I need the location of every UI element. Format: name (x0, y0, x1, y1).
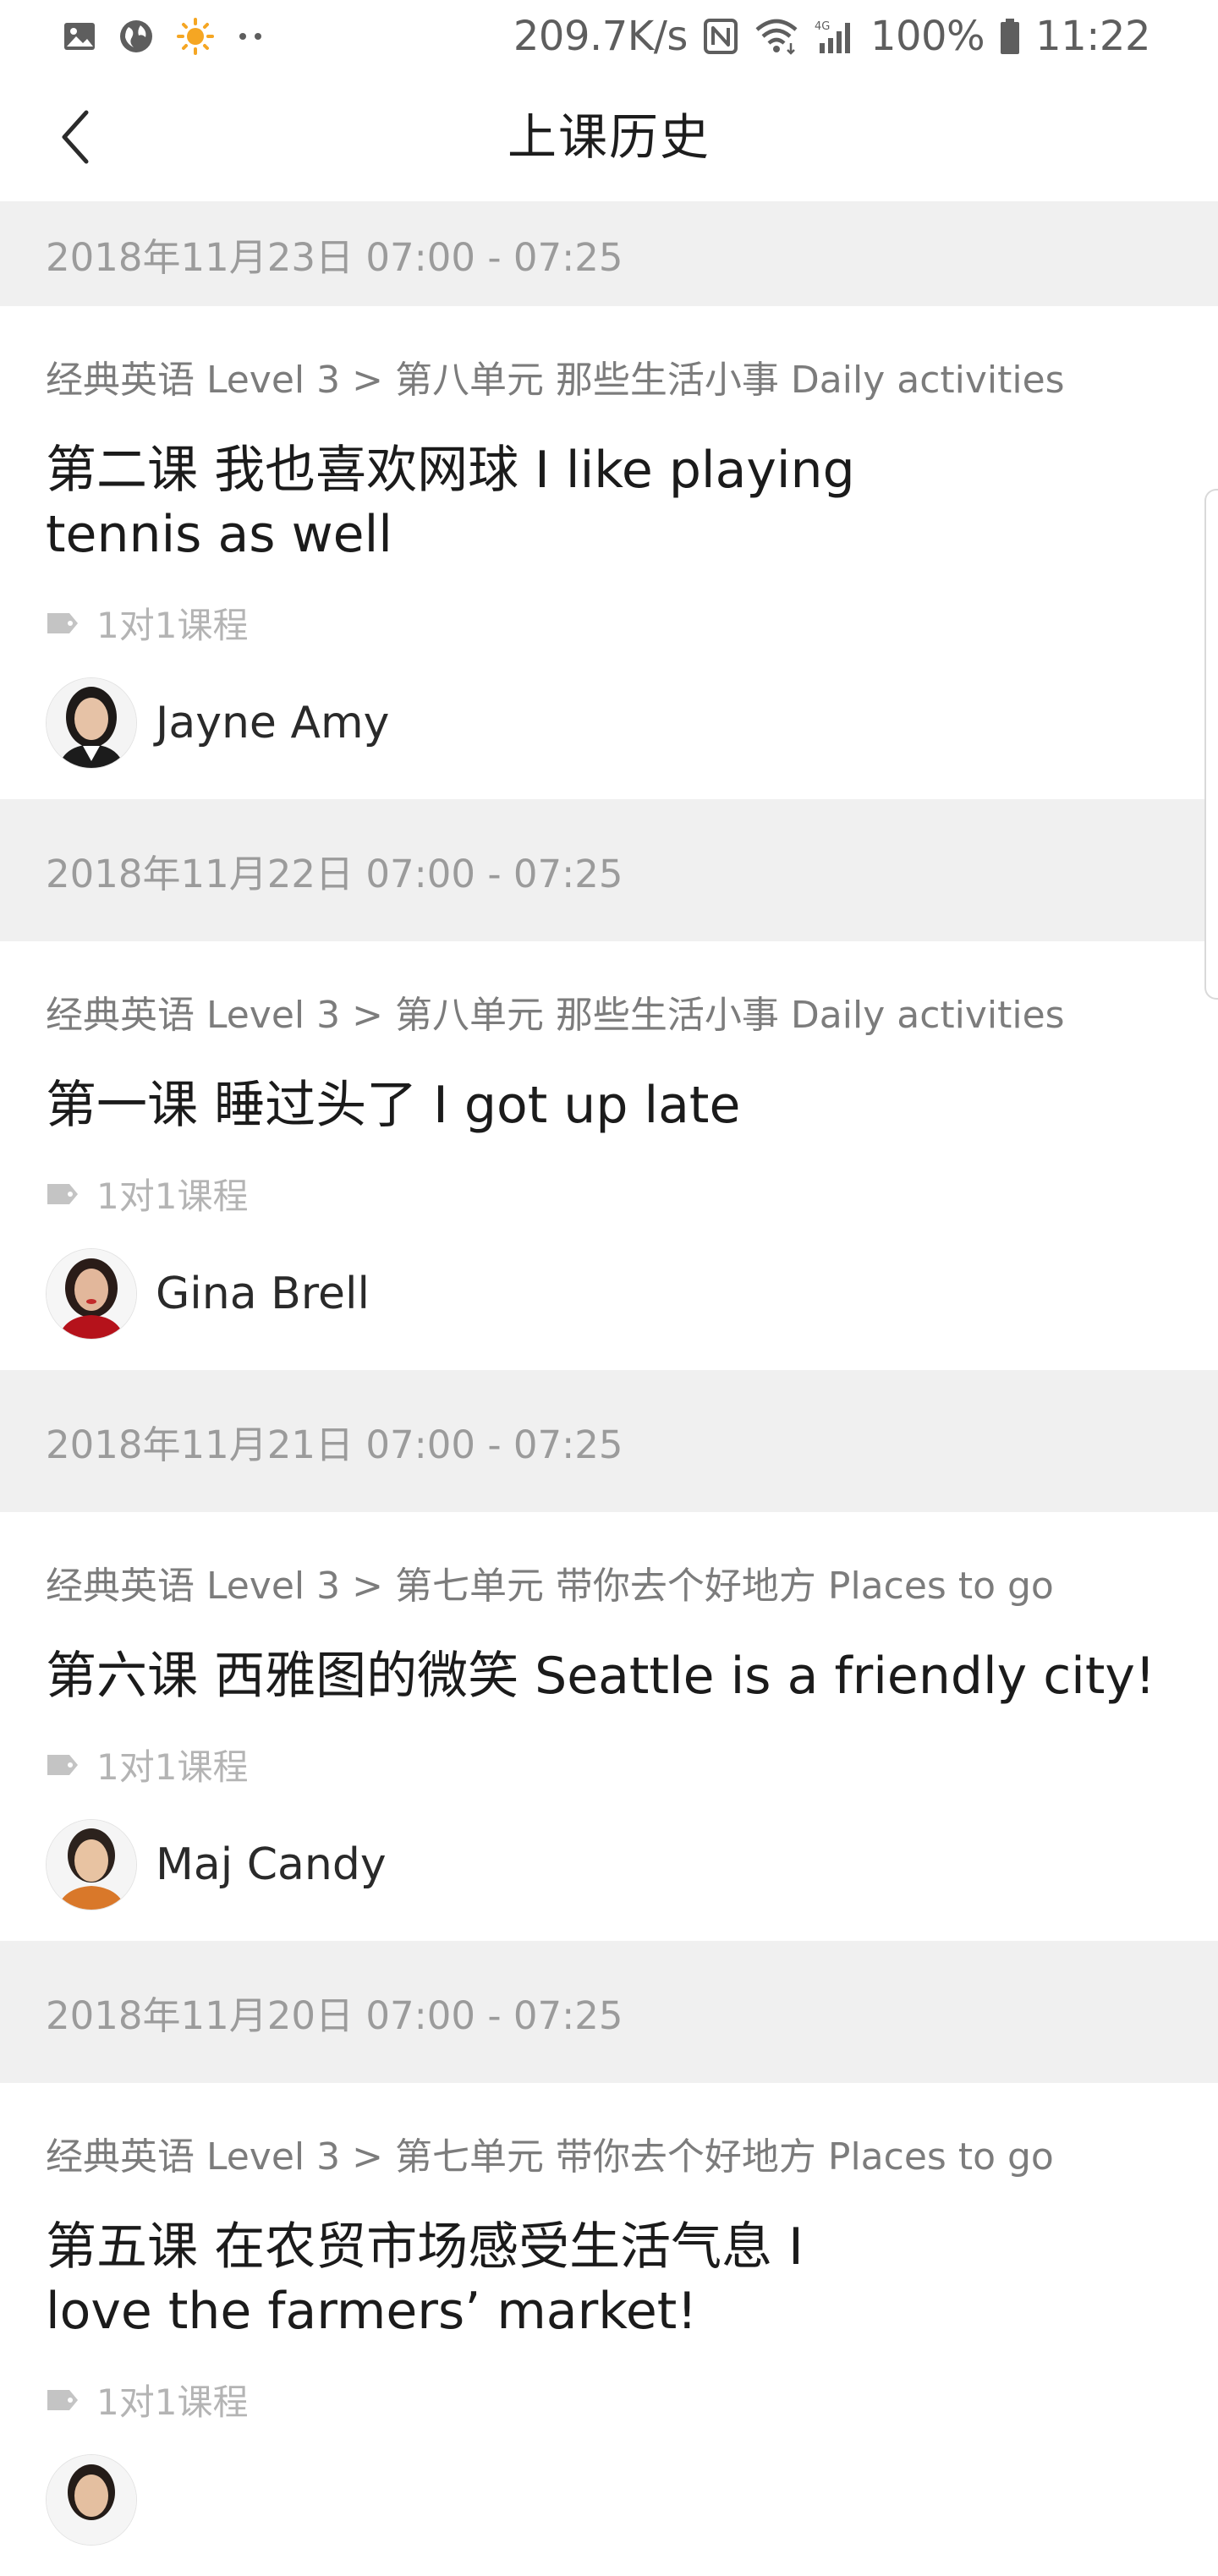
more-dots-icon (237, 31, 266, 41)
class-history-list[interactable]: 2018年11月23日 07:00 - 07:25 经典英语 Level 3 >… (0, 201, 1218, 2576)
tag-icon (46, 1753, 80, 1777)
teacher-avatar (46, 677, 137, 769)
tag-icon (46, 611, 80, 635)
status-right: 209.7K/s 4G 100% 11:22 (498, 13, 1151, 60)
teacher-row[interactable]: Gina Brell (46, 1247, 1172, 1341)
course-type-tag: 1对1课程 (46, 1739, 1172, 1790)
course-type-tag: 1对1课程 (46, 597, 1172, 649)
course-path: 经典英语 Level 3 > 第七单元 带你去个好地方 Places to go (46, 1565, 1054, 1608)
lesson-title: 第五课 在农贸市场感受生活气息 I love the farmers’ mark… (46, 2217, 804, 2341)
date-header: 2018年11月23日 07:00 - 07:25 (0, 201, 1218, 306)
tag-icon (46, 1182, 80, 1206)
class-record-card[interactable]: 经典英语 Level 3 > 第八单元 那些生活小事 Daily activit… (0, 941, 1218, 1370)
class-record-card[interactable]: 经典英语 Level 3 > 第八单元 那些生活小事 Daily activit… (0, 306, 1218, 799)
date-header: 2018年11月21日 07:00 - 07:25 (0, 1370, 1218, 1512)
header: 上课历史 (0, 73, 1218, 201)
status-bar: 209.7K/s 4G 100% 11:22 (0, 0, 1218, 73)
lesson-title: 第六课 西雅图的微笑 Seattle is a friendly city! (46, 1647, 1155, 1706)
tag-label: 1对1课程 (96, 605, 249, 646)
page-title: 上课历史 (507, 108, 710, 166)
teacher-name: Maj Candy (156, 1839, 387, 1890)
scrollbar-handle[interactable] (1204, 489, 1218, 1000)
battery-icon (1000, 18, 1020, 55)
teacher-avatar (46, 1248, 137, 1340)
lesson-title: 第一课 睡过头了 I got up late (46, 1076, 741, 1135)
network-speed: 209.7K/s (513, 13, 689, 60)
tag-label: 1对1课程 (96, 1176, 249, 1217)
wifi-icon (754, 18, 799, 55)
teacher-row[interactable]: Jayne Amy (46, 676, 1172, 770)
teacher-avatar (46, 1819, 137, 1910)
class-record-card[interactable]: 经典英语 Level 3 > 第七单元 带你去个好地方 Places to go… (0, 1512, 1218, 1941)
battery-percent: 100% (870, 13, 985, 60)
teacher-row[interactable]: Maj Candy (46, 1817, 1172, 1912)
tag-label: 1对1课程 (96, 1746, 249, 1788)
image-icon (63, 19, 96, 53)
nfc-icon (703, 18, 738, 55)
lesson-title: 第二课 我也喜欢网球 I like playing tennis as well (46, 441, 855, 564)
course-type-tag: 1对1课程 (46, 2374, 1172, 2425)
clock-time: 11:22 (1035, 13, 1150, 60)
teacher-name: Gina Brell (156, 1269, 370, 1319)
course-path: 经典英语 Level 3 > 第八单元 那些生活小事 Daily activit… (46, 994, 1065, 1037)
status-left (63, 17, 288, 56)
teacher-row[interactable] (46, 2453, 1172, 2547)
globe-icon (118, 19, 154, 54)
teacher-avatar (46, 2454, 137, 2546)
course-type-tag: 1对1课程 (46, 1168, 1172, 1219)
teacher-name: Jayne Amy (156, 698, 390, 748)
date-header: 2018年11月22日 07:00 - 07:25 (0, 799, 1218, 941)
signal-4g-icon: 4G (815, 18, 855, 55)
course-path: 经典英语 Level 3 > 第七单元 带你去个好地方 Places to go (46, 2135, 1054, 2179)
tag-icon (46, 2388, 80, 2412)
svg-text:4G: 4G (815, 20, 830, 33)
tag-label: 1对1课程 (96, 2381, 249, 2423)
date-header: 2018年11月20日 07:00 - 07:25 (0, 1941, 1218, 2083)
class-record-card[interactable]: 经典英语 Level 3 > 第七单元 带你去个好地方 Places to go… (0, 2083, 1218, 2576)
course-path: 经典英语 Level 3 > 第八单元 那些生活小事 Daily activit… (46, 359, 1065, 402)
sun-icon (176, 17, 215, 56)
